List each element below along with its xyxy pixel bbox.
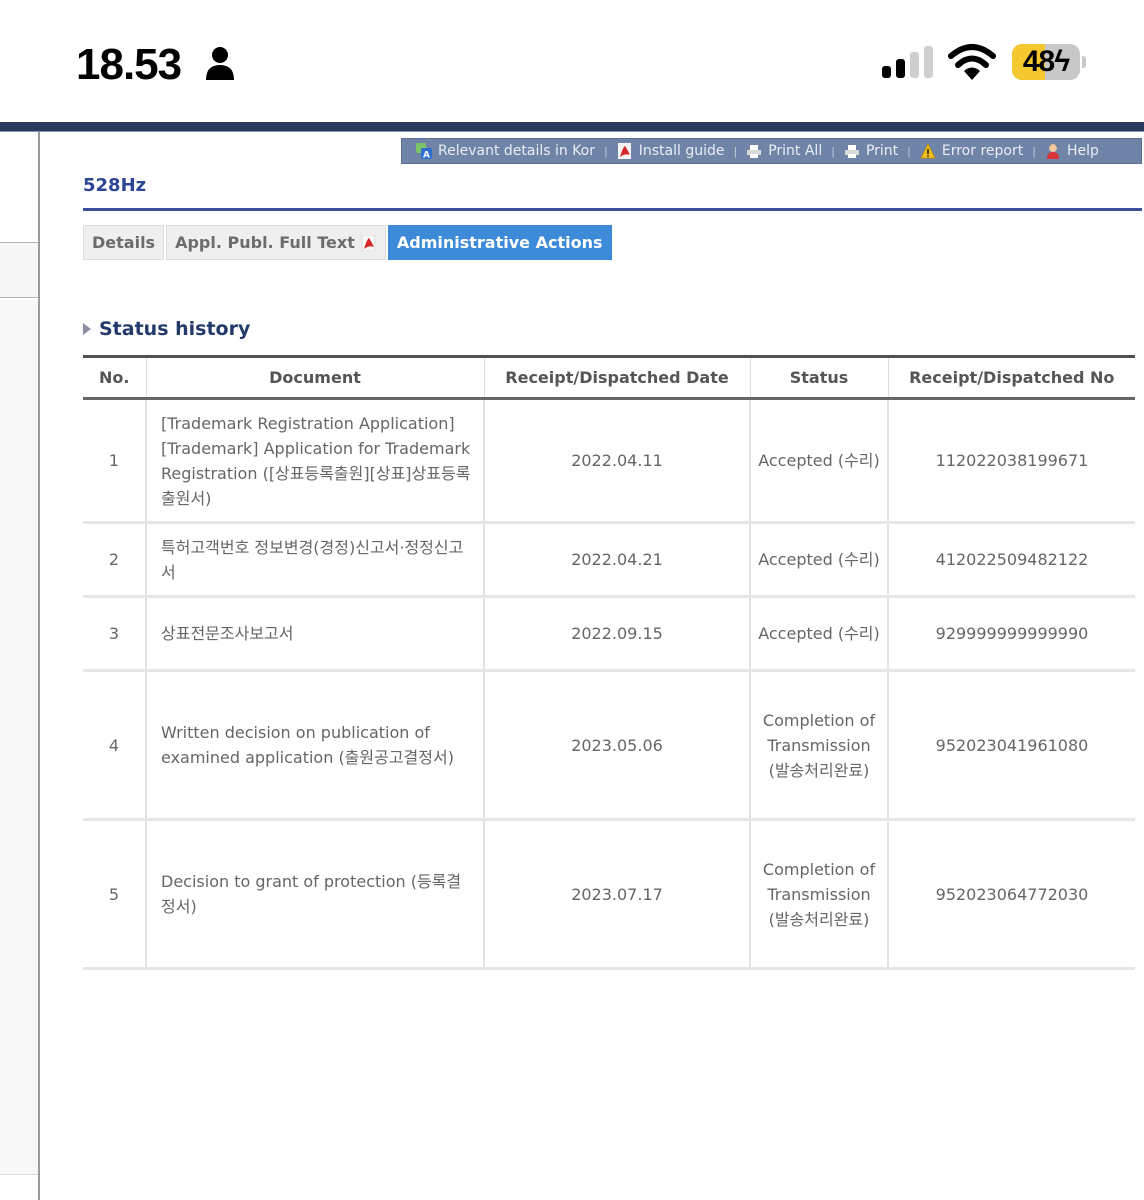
- help-person-icon: [1046, 144, 1059, 159]
- cell-number: 929999999999990: [887, 596, 1135, 672]
- table-row: 4 Written decision on publication of exa…: [83, 670, 1135, 821]
- print-label: Print: [865, 143, 899, 159]
- tab-details[interactable]: Details: [83, 225, 165, 260]
- tab-appl-publ-full-text-label: Appl. Publ. Full Text: [175, 233, 355, 252]
- battery-indicator: 48ϟ: [1012, 44, 1080, 80]
- pdf-icon: [617, 143, 631, 159]
- sidebar-divider: [0, 1174, 38, 1175]
- column-header-number: Receipt/Dispatched No: [887, 355, 1135, 400]
- tab-appl-publ-full-text[interactable]: Appl. Publ. Full Text: [166, 225, 386, 260]
- toolbar-separator: |: [907, 144, 911, 158]
- utility-toolbar: A Relevant details in Kor | Install guid…: [401, 138, 1142, 164]
- cell-document: 상표전문조사보고서: [145, 596, 484, 672]
- battery-percent: 48: [1022, 45, 1055, 78]
- error-report-link[interactable]: Error report: [920, 143, 1023, 159]
- toolbar-separator: |: [604, 144, 608, 158]
- cell-date: 2023.07.17: [483, 819, 750, 970]
- help-link[interactable]: Help: [1045, 143, 1099, 159]
- printer-icon: [747, 145, 762, 158]
- toolbar-separator: |: [1032, 144, 1036, 158]
- cell-document: Written decision on publication of exami…: [145, 670, 484, 821]
- table-header-row: No. Document Receipt/Dispatched Date Sta…: [83, 355, 1135, 400]
- cell-status: Accepted (수리): [749, 596, 888, 672]
- cell-status: Accepted (수리): [749, 398, 888, 524]
- warning-icon: [920, 143, 936, 159]
- print-link[interactable]: Print: [844, 143, 898, 159]
- cell-date: 2022.09.15: [483, 596, 750, 672]
- cell-no: 4: [83, 670, 146, 821]
- table-row: 1 [Trademark Registration Application][T…: [83, 398, 1135, 524]
- cell-document: [Trademark Registration Application][Tra…: [145, 398, 484, 524]
- cell-number: 952023064772030: [887, 819, 1135, 970]
- help-label: Help: [1066, 143, 1099, 159]
- sidebar-panel: [0, 300, 38, 1175]
- translate-icon: A: [416, 143, 432, 159]
- error-report-label: Error report: [941, 143, 1024, 159]
- cell-document: Decision to grant of protection (등록결정서): [145, 819, 484, 970]
- column-header-document: Document: [145, 355, 484, 400]
- cell-document: 특허고객번호 정보변경(경정)신고서·정정신고서: [145, 522, 484, 598]
- triangle-right-icon: [83, 323, 91, 335]
- wifi-icon: [948, 44, 996, 80]
- section-header: Status history: [83, 318, 250, 340]
- toolbar-separator: |: [733, 144, 738, 158]
- tab-administrative-actions[interactable]: Administrative Actions: [387, 225, 612, 260]
- cellular-signal-icon: [882, 46, 933, 78]
- table-row: 2 특허고객번호 정보변경(경정)신고서·정정신고서 2022.04.21 Ac…: [83, 522, 1135, 598]
- page-title: 528Hz: [83, 175, 147, 196]
- column-header-date: Receipt/Dispatched Date: [483, 355, 750, 400]
- cell-status: Completion of Transmission (발송처리완료): [749, 670, 888, 821]
- tab-bar: Details Appl. Publ. Full Text Administra…: [83, 225, 612, 260]
- battery-cap: [1082, 56, 1086, 68]
- person-icon: [206, 47, 234, 80]
- cell-number: 952023041961080: [887, 670, 1135, 821]
- svg-text:A: A: [423, 151, 430, 160]
- cell-date: 2023.05.06: [483, 670, 750, 821]
- title-divider: [83, 208, 1142, 211]
- cell-number: 112022038199671: [887, 398, 1135, 524]
- install-guide-link[interactable]: Install guide: [617, 143, 725, 159]
- cell-date: 2022.04.11: [483, 398, 750, 524]
- left-sidebar: [0, 132, 40, 1200]
- column-header-status: Status: [749, 355, 888, 400]
- cell-number: 412022509482122: [887, 522, 1135, 598]
- print-all-link[interactable]: Print All: [746, 143, 822, 159]
- toolbar-separator: |: [831, 144, 835, 158]
- relevant-details-kor-label: Relevant details in Kor: [438, 143, 596, 159]
- table-row: 3 상표전문조사보고서 2022.09.15 Accepted (수리) 929…: [83, 596, 1135, 672]
- print-all-label: Print All: [768, 143, 823, 159]
- top-navy-bar: [0, 122, 1144, 132]
- status-history-table: No. Document Receipt/Dispatched Date Sta…: [83, 355, 1135, 970]
- cell-status: Completion of Transmission (발송처리완료): [749, 819, 888, 970]
- printer-icon: [844, 145, 859, 158]
- sidebar-item[interactable]: [0, 242, 38, 298]
- column-header-no: No.: [83, 355, 146, 400]
- pdf-icon: [361, 234, 376, 251]
- cell-no: 3: [83, 596, 146, 672]
- table-row: 5 Decision to grant of protection (등록결정서…: [83, 819, 1135, 970]
- tab-administrative-actions-label: Administrative Actions: [396, 233, 603, 252]
- tab-details-label: Details: [92, 233, 156, 252]
- cell-no: 1: [83, 398, 146, 524]
- cell-date: 2022.04.21: [483, 522, 750, 598]
- cell-no: 5: [83, 819, 146, 970]
- clock: 18.53: [76, 40, 182, 89]
- install-guide-label: Install guide: [638, 143, 725, 159]
- section-title: Status history: [99, 318, 251, 340]
- relevant-details-kor-link[interactable]: A Relevant details in Kor: [416, 143, 595, 159]
- cell-no: 2: [83, 522, 146, 598]
- status-bar: 18.53 48ϟ: [0, 0, 1144, 122]
- cell-status: Accepted (수리): [749, 522, 888, 598]
- charging-bolt-icon: ϟ: [1054, 45, 1070, 78]
